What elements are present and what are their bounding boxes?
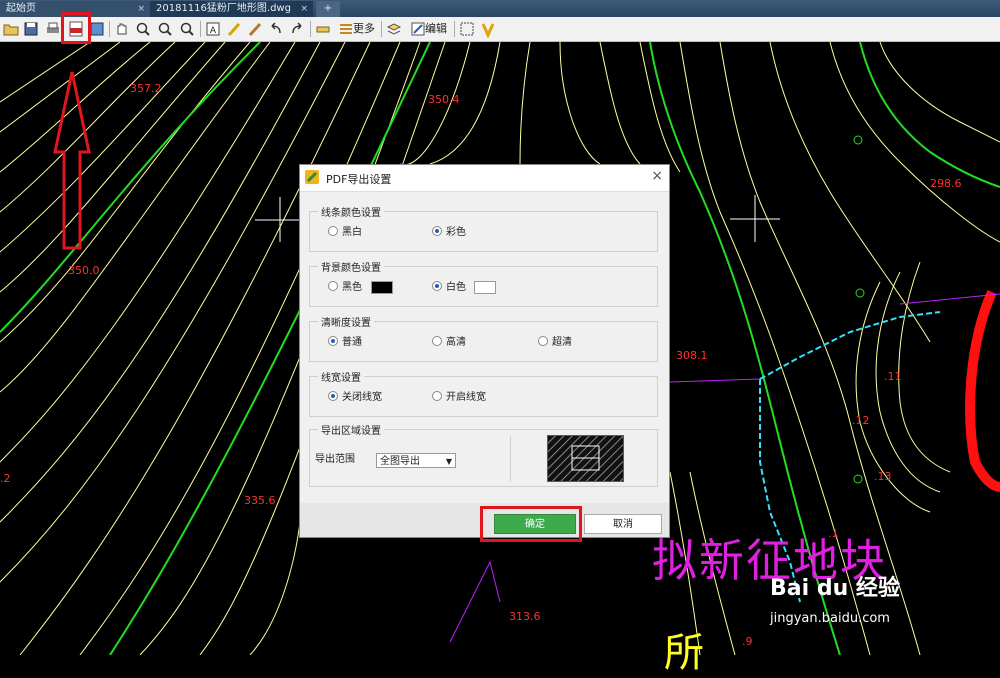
measure-icon[interactable] xyxy=(315,20,331,38)
export-area-group: 导出区域设置 导出范围 全图导出 ▼ xyxy=(309,422,658,487)
partial-annotation: 所 xyxy=(664,630,704,676)
radio-black-bg[interactable]: 黑色 xyxy=(328,281,362,294)
black-swatch xyxy=(371,281,393,294)
chevron-down-icon: ▼ xyxy=(445,457,452,466)
elevation-label: 308.1 xyxy=(676,349,708,362)
open-folder-icon[interactable] xyxy=(3,20,19,38)
zoom-in-icon[interactable] xyxy=(135,20,151,38)
radio-black-white[interactable]: 黑白 xyxy=(328,226,362,239)
elevation-label: .12 xyxy=(852,414,870,427)
dialog-app-icon xyxy=(305,170,319,184)
elevation-label: 357.2 xyxy=(130,82,162,95)
radio-normal[interactable]: 普通 xyxy=(328,336,362,349)
zoom-window-icon[interactable] xyxy=(157,20,173,38)
elevation-label: .11 xyxy=(884,370,902,383)
select-region-icon[interactable] xyxy=(459,20,475,38)
tab-dwg-file[interactable]: 20181116猛粉厂地形图.dwg × xyxy=(150,1,313,17)
edit-label: 编辑 xyxy=(425,22,447,35)
export-range-label: 导出范围 xyxy=(315,454,355,465)
group-label: 导出区域设置 xyxy=(318,422,384,437)
text-tool-icon[interactable]: A xyxy=(205,20,221,38)
tab-label: 20181116猛粉厂地形图.dwg xyxy=(156,3,291,14)
radio-color[interactable]: 彩色 xyxy=(432,226,466,239)
line-width-group: 线宽设置 关闭线宽 开启线宽 xyxy=(309,369,658,417)
pdf-icon-highlight xyxy=(61,12,91,44)
tab-label: 起始页 xyxy=(6,3,36,14)
dialog-title: PDF导出设置 xyxy=(326,173,392,186)
cancel-button[interactable]: 取消 xyxy=(584,514,662,534)
watermark-url: jingyan.baidu.com xyxy=(770,611,890,626)
elevation-label: .2 xyxy=(0,472,11,485)
vip-icon[interactable] xyxy=(480,20,496,38)
undo-icon[interactable] xyxy=(268,20,284,38)
redo-icon[interactable] xyxy=(289,20,305,38)
white-swatch xyxy=(474,281,496,294)
svg-text:A: A xyxy=(210,26,217,36)
zoom-extents-icon[interactable] xyxy=(179,20,195,38)
group-label: 背景颜色设置 xyxy=(318,259,384,274)
elevation-label: 350.0 xyxy=(68,264,100,277)
elevation-label: 298.6 xyxy=(930,177,962,190)
elevation-label: 335.6 xyxy=(244,494,276,507)
elevation-label: .13 xyxy=(874,470,892,483)
up-arrow-annotation xyxy=(53,71,91,250)
pencil-icon[interactable] xyxy=(226,20,242,38)
radio-line-width-off[interactable]: 关闭线宽 xyxy=(328,391,382,404)
close-icon[interactable]: × xyxy=(137,1,145,17)
print-icon[interactable] xyxy=(45,20,61,38)
layers-icon[interactable] xyxy=(386,20,402,38)
pdf-export-dialog: PDF导出设置 × 线条颜色设置 黑白 彩色 背景颜色设置 黑色 白色 清晰度设… xyxy=(299,164,670,538)
more-button[interactable]: 更多 xyxy=(337,20,377,38)
close-icon[interactable]: × xyxy=(651,168,663,184)
line-color-group: 线条颜色设置 黑白 彩色 xyxy=(309,204,658,252)
dialog-titlebar: PDF导出设置 × xyxy=(300,165,669,192)
radio-white-bg[interactable]: 白色 xyxy=(432,281,466,294)
save-icon[interactable] xyxy=(23,20,39,38)
clarity-group: 清晰度设置 普通 高清 超清 xyxy=(309,314,658,362)
group-label: 线条颜色设置 xyxy=(318,204,384,219)
group-label: 线宽设置 xyxy=(318,369,364,384)
tab-bar: 起始页 × 20181116猛粉厂地形图.dwg × + xyxy=(0,0,1000,17)
export-area-preview xyxy=(547,435,624,482)
main-toolbar: A 更多 编辑 xyxy=(0,17,1000,42)
elevation-label: 350.4 xyxy=(428,93,460,106)
elevation-label: .9 xyxy=(742,635,753,648)
ok-button-highlight xyxy=(480,506,582,542)
radio-line-width-on[interactable]: 开启线宽 xyxy=(432,391,486,404)
elevation-label: 313.6 xyxy=(509,610,541,623)
brush-icon[interactable] xyxy=(247,20,263,38)
pan-hand-icon[interactable] xyxy=(114,20,130,38)
group-label: 清晰度设置 xyxy=(318,314,374,329)
divider xyxy=(510,436,511,482)
baidu-watermark: Bai du 经验 xyxy=(770,576,900,601)
new-tab-button[interactable]: + xyxy=(316,1,340,17)
radio-hd[interactable]: 高清 xyxy=(432,336,466,349)
close-icon[interactable]: × xyxy=(300,1,308,17)
edit-button[interactable]: 编辑 xyxy=(407,20,451,38)
more-label: 更多 xyxy=(353,22,375,35)
export-image-icon[interactable] xyxy=(89,20,105,38)
export-range-select[interactable]: 全图导出 ▼ xyxy=(376,453,456,468)
radio-ultra-hd[interactable]: 超清 xyxy=(538,336,572,349)
bg-color-group: 背景颜色设置 黑色 白色 xyxy=(309,259,658,307)
